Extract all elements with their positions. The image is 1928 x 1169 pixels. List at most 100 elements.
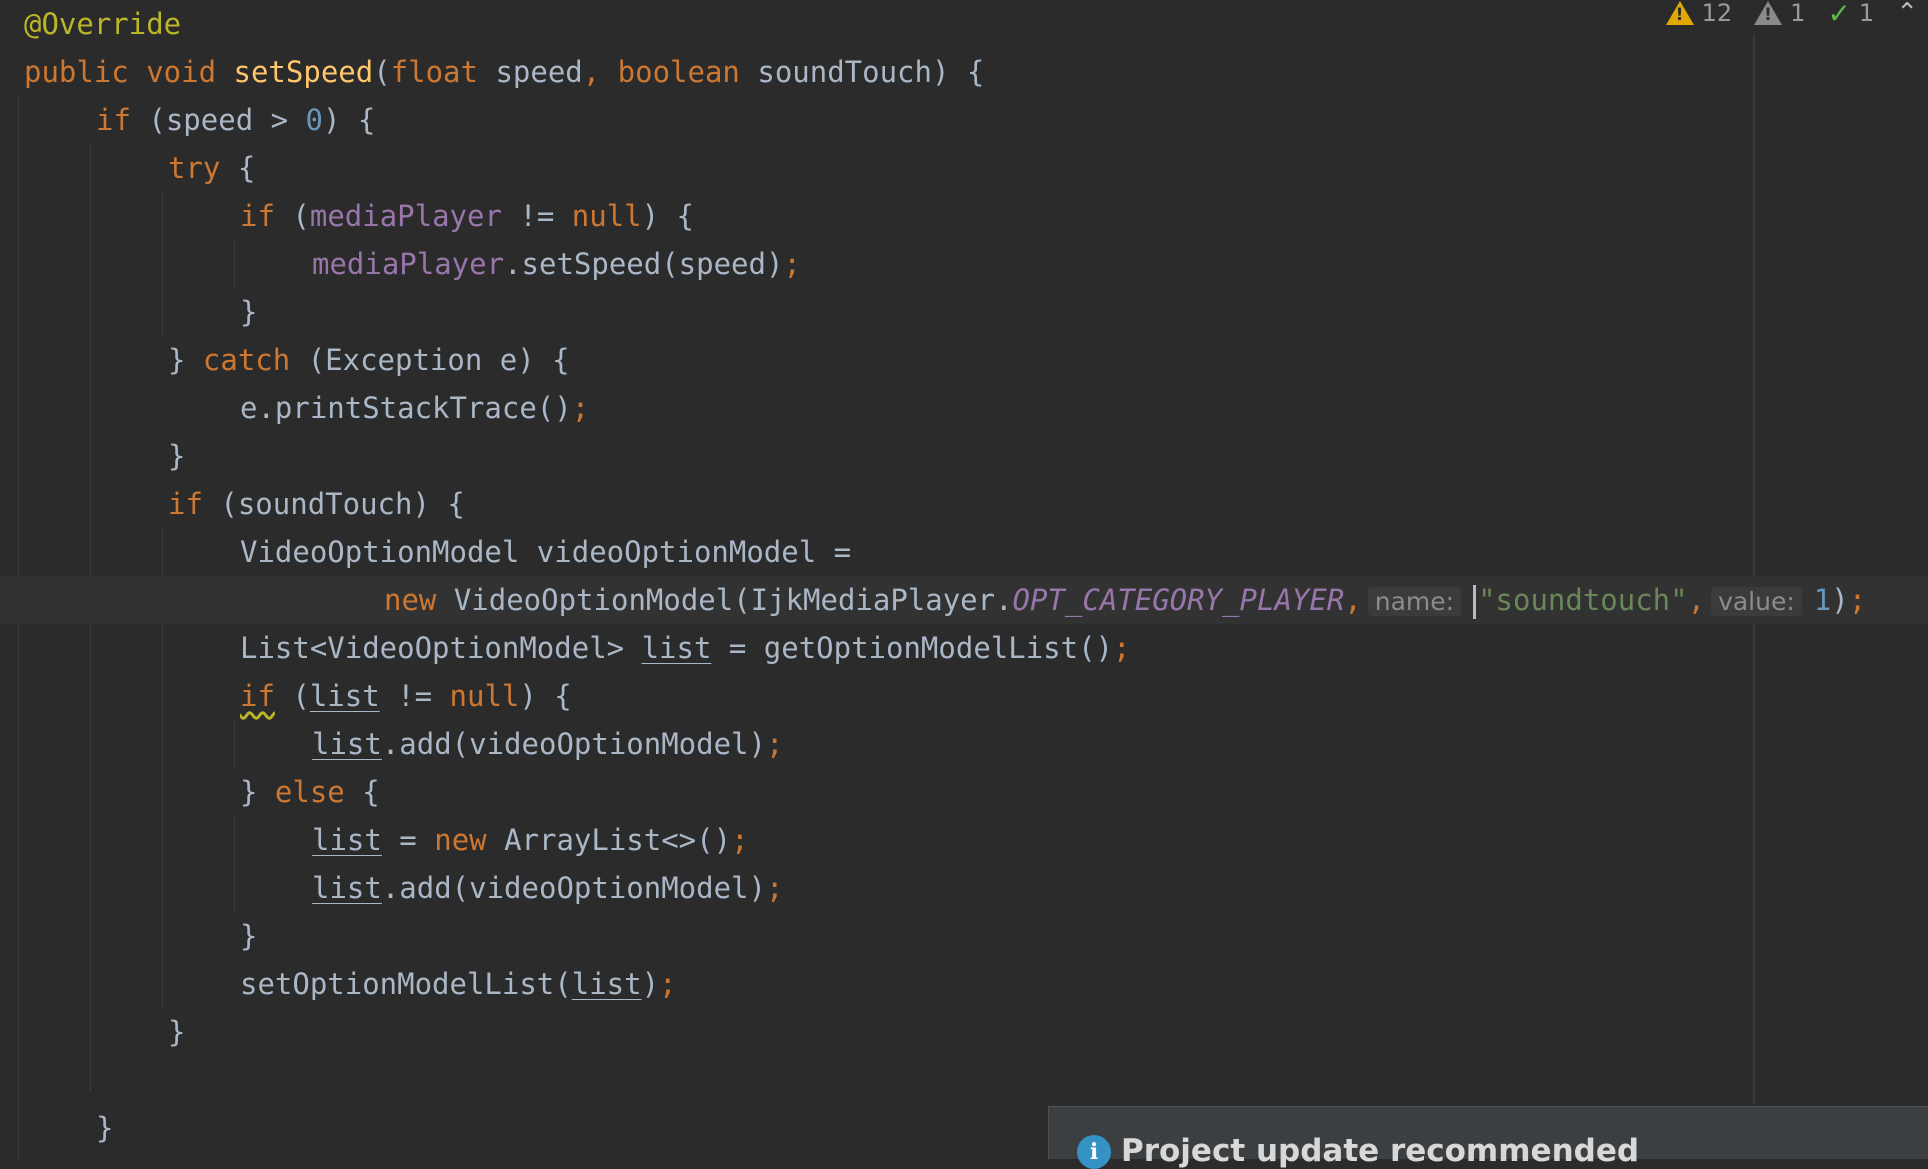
code-line[interactable]: VideoOptionModel videoOptionModel = (0, 528, 1928, 576)
code-token: = (381, 823, 435, 857)
code-line[interactable]: setOptionModelList(list); (0, 960, 1928, 1008)
code-token: new (384, 583, 454, 617)
code-editor[interactable]: @Override public void setSpeed(float spee… (0, 0, 1928, 1158)
chevron-up-icon[interactable]: ⌃ (1896, 0, 1918, 28)
weak-warnings-counter[interactable]: 1 (1754, 0, 1805, 27)
code-token: { (237, 151, 256, 185)
code-token: VideoOptionModel(IjkMediaPlayer. (453, 583, 1013, 617)
code-line[interactable]: } (0, 912, 1928, 960)
code-line[interactable]: list.add(videoOptionModel); (0, 864, 1928, 912)
code-token: (speed > (148, 103, 306, 137)
code-token: ; (731, 823, 749, 857)
code-token: } (168, 1015, 186, 1049)
code-token: .setSpeed(speed) (504, 247, 784, 281)
code-line[interactable]: list = new ArrayList<>(); (0, 816, 1928, 864)
code-token: 0 (305, 103, 323, 137)
code-token: 1 (1813, 583, 1832, 617)
code-token: mediaPlayer (312, 247, 505, 281)
code-token: ( (292, 199, 310, 233)
code-token: if (240, 199, 293, 233)
code-token: public void (24, 55, 234, 89)
code-token: VideoOptionModel videoOptionModel = (240, 535, 852, 569)
code-token: if (96, 103, 149, 137)
parameter-hint: name: (1367, 587, 1462, 616)
code-token: } (240, 775, 275, 809)
code-line[interactable] (0, 1056, 1928, 1104)
code-token: ) { (519, 679, 572, 713)
code-token: = getOptionModelList() (711, 631, 1113, 665)
code-token: } (240, 919, 258, 953)
code-token: list (571, 967, 642, 1001)
code-token: ; (765, 871, 784, 905)
code-token: ) (641, 967, 660, 1001)
code-token: boolean (617, 55, 758, 89)
warnings-counter[interactable]: 12 (1665, 0, 1733, 27)
code-line[interactable]: if (soundTouch) { (0, 480, 1928, 528)
code-line[interactable]: } (0, 432, 1928, 480)
code-token: != (501, 199, 572, 233)
code-line[interactable]: if (speed > 0) { (0, 96, 1928, 144)
code-line[interactable]: e.printStackTrace(); (0, 384, 1928, 432)
code-line[interactable]: List<VideoOptionModel> list = getOptionM… (0, 624, 1928, 672)
code-token: list (312, 823, 382, 857)
code-token: ; (659, 967, 677, 1001)
code-token: (soundTouch) { (220, 487, 465, 521)
code-token: ( (274, 679, 310, 713)
code-token: setSpeed (233, 55, 374, 89)
code-line[interactable]: list.add(videoOptionModel); (0, 720, 1928, 768)
code-token: } (168, 439, 186, 473)
code-token: else (274, 775, 363, 809)
code-line[interactable]: public void setSpeed(float speed, boolea… (0, 48, 1928, 96)
weak-warning-icon (1754, 1, 1783, 25)
code-line[interactable]: try { (0, 144, 1928, 192)
warnings-count: 12 (1701, 0, 1733, 27)
info-icon: i (1077, 1135, 1111, 1169)
warning-icon (1665, 1, 1694, 25)
code-token: (Exception e) { (307, 343, 570, 377)
code-token: null (571, 199, 642, 233)
code-line[interactable]: } (0, 288, 1928, 336)
code-token: catch (202, 343, 308, 377)
notification-title: Project update recommended (1121, 1133, 1640, 1169)
inspection-widget[interactable]: 12 1 ✓ 1 ⌃ (1665, 0, 1928, 30)
code-line[interactable]: @Override (0, 0, 1928, 48)
code-token: speed (495, 55, 583, 89)
parameter-hint: value: (1711, 587, 1802, 616)
code-token: setOptionModelList( (240, 967, 572, 1001)
code-token: ( (373, 55, 391, 89)
code-line[interactable]: if (list != null) { (0, 672, 1928, 720)
code-token: soundTouch) { (757, 55, 985, 89)
code-token: } (240, 295, 258, 329)
code-token: ) { (641, 199, 694, 233)
code-token: } (168, 343, 203, 377)
code-token: { (362, 775, 380, 809)
code-token: mediaPlayer (309, 199, 502, 233)
code-token: ; (783, 247, 801, 281)
code-token: ; (571, 391, 590, 425)
text-cursor (1473, 585, 1477, 619)
code-token: ) (1831, 583, 1849, 617)
code-line[interactable]: mediaPlayer.setSpeed(speed); (0, 240, 1928, 288)
code-token: .add(videoOptionModel) (381, 727, 766, 761)
notification-balloon[interactable]: i Project update recommended (1048, 1106, 1928, 1169)
code-line[interactable]: if (mediaPlayer != null) { (0, 192, 1928, 240)
code-line[interactable]: } else { (0, 768, 1928, 816)
code-token: "soundtouch" (1478, 583, 1688, 617)
code-token: , (1344, 583, 1362, 617)
code-token: null (449, 679, 520, 713)
code-token: new (434, 823, 505, 857)
code-token: .add(videoOptionModel) (381, 871, 766, 905)
code-token: if (240, 679, 275, 713)
code-line[interactable]: } catch (Exception e) { (0, 336, 1928, 384)
code-token: List<VideoOptionModel> (240, 631, 642, 665)
code-token: , (582, 55, 618, 89)
code-line[interactable]: new VideoOptionModel(IjkMediaPlayer.OPT_… (0, 576, 1928, 624)
code-token: } (96, 1111, 114, 1145)
code-token: e.printStackTrace() (240, 391, 572, 425)
code-line[interactable]: } (0, 1008, 1928, 1056)
code-token: , (1687, 583, 1706, 617)
code-token: ArrayList<>() (504, 823, 732, 857)
code-token: ; (765, 727, 784, 761)
code-token: ; (1113, 631, 1131, 665)
typos-counter[interactable]: ✓ 1 (1827, 0, 1874, 30)
